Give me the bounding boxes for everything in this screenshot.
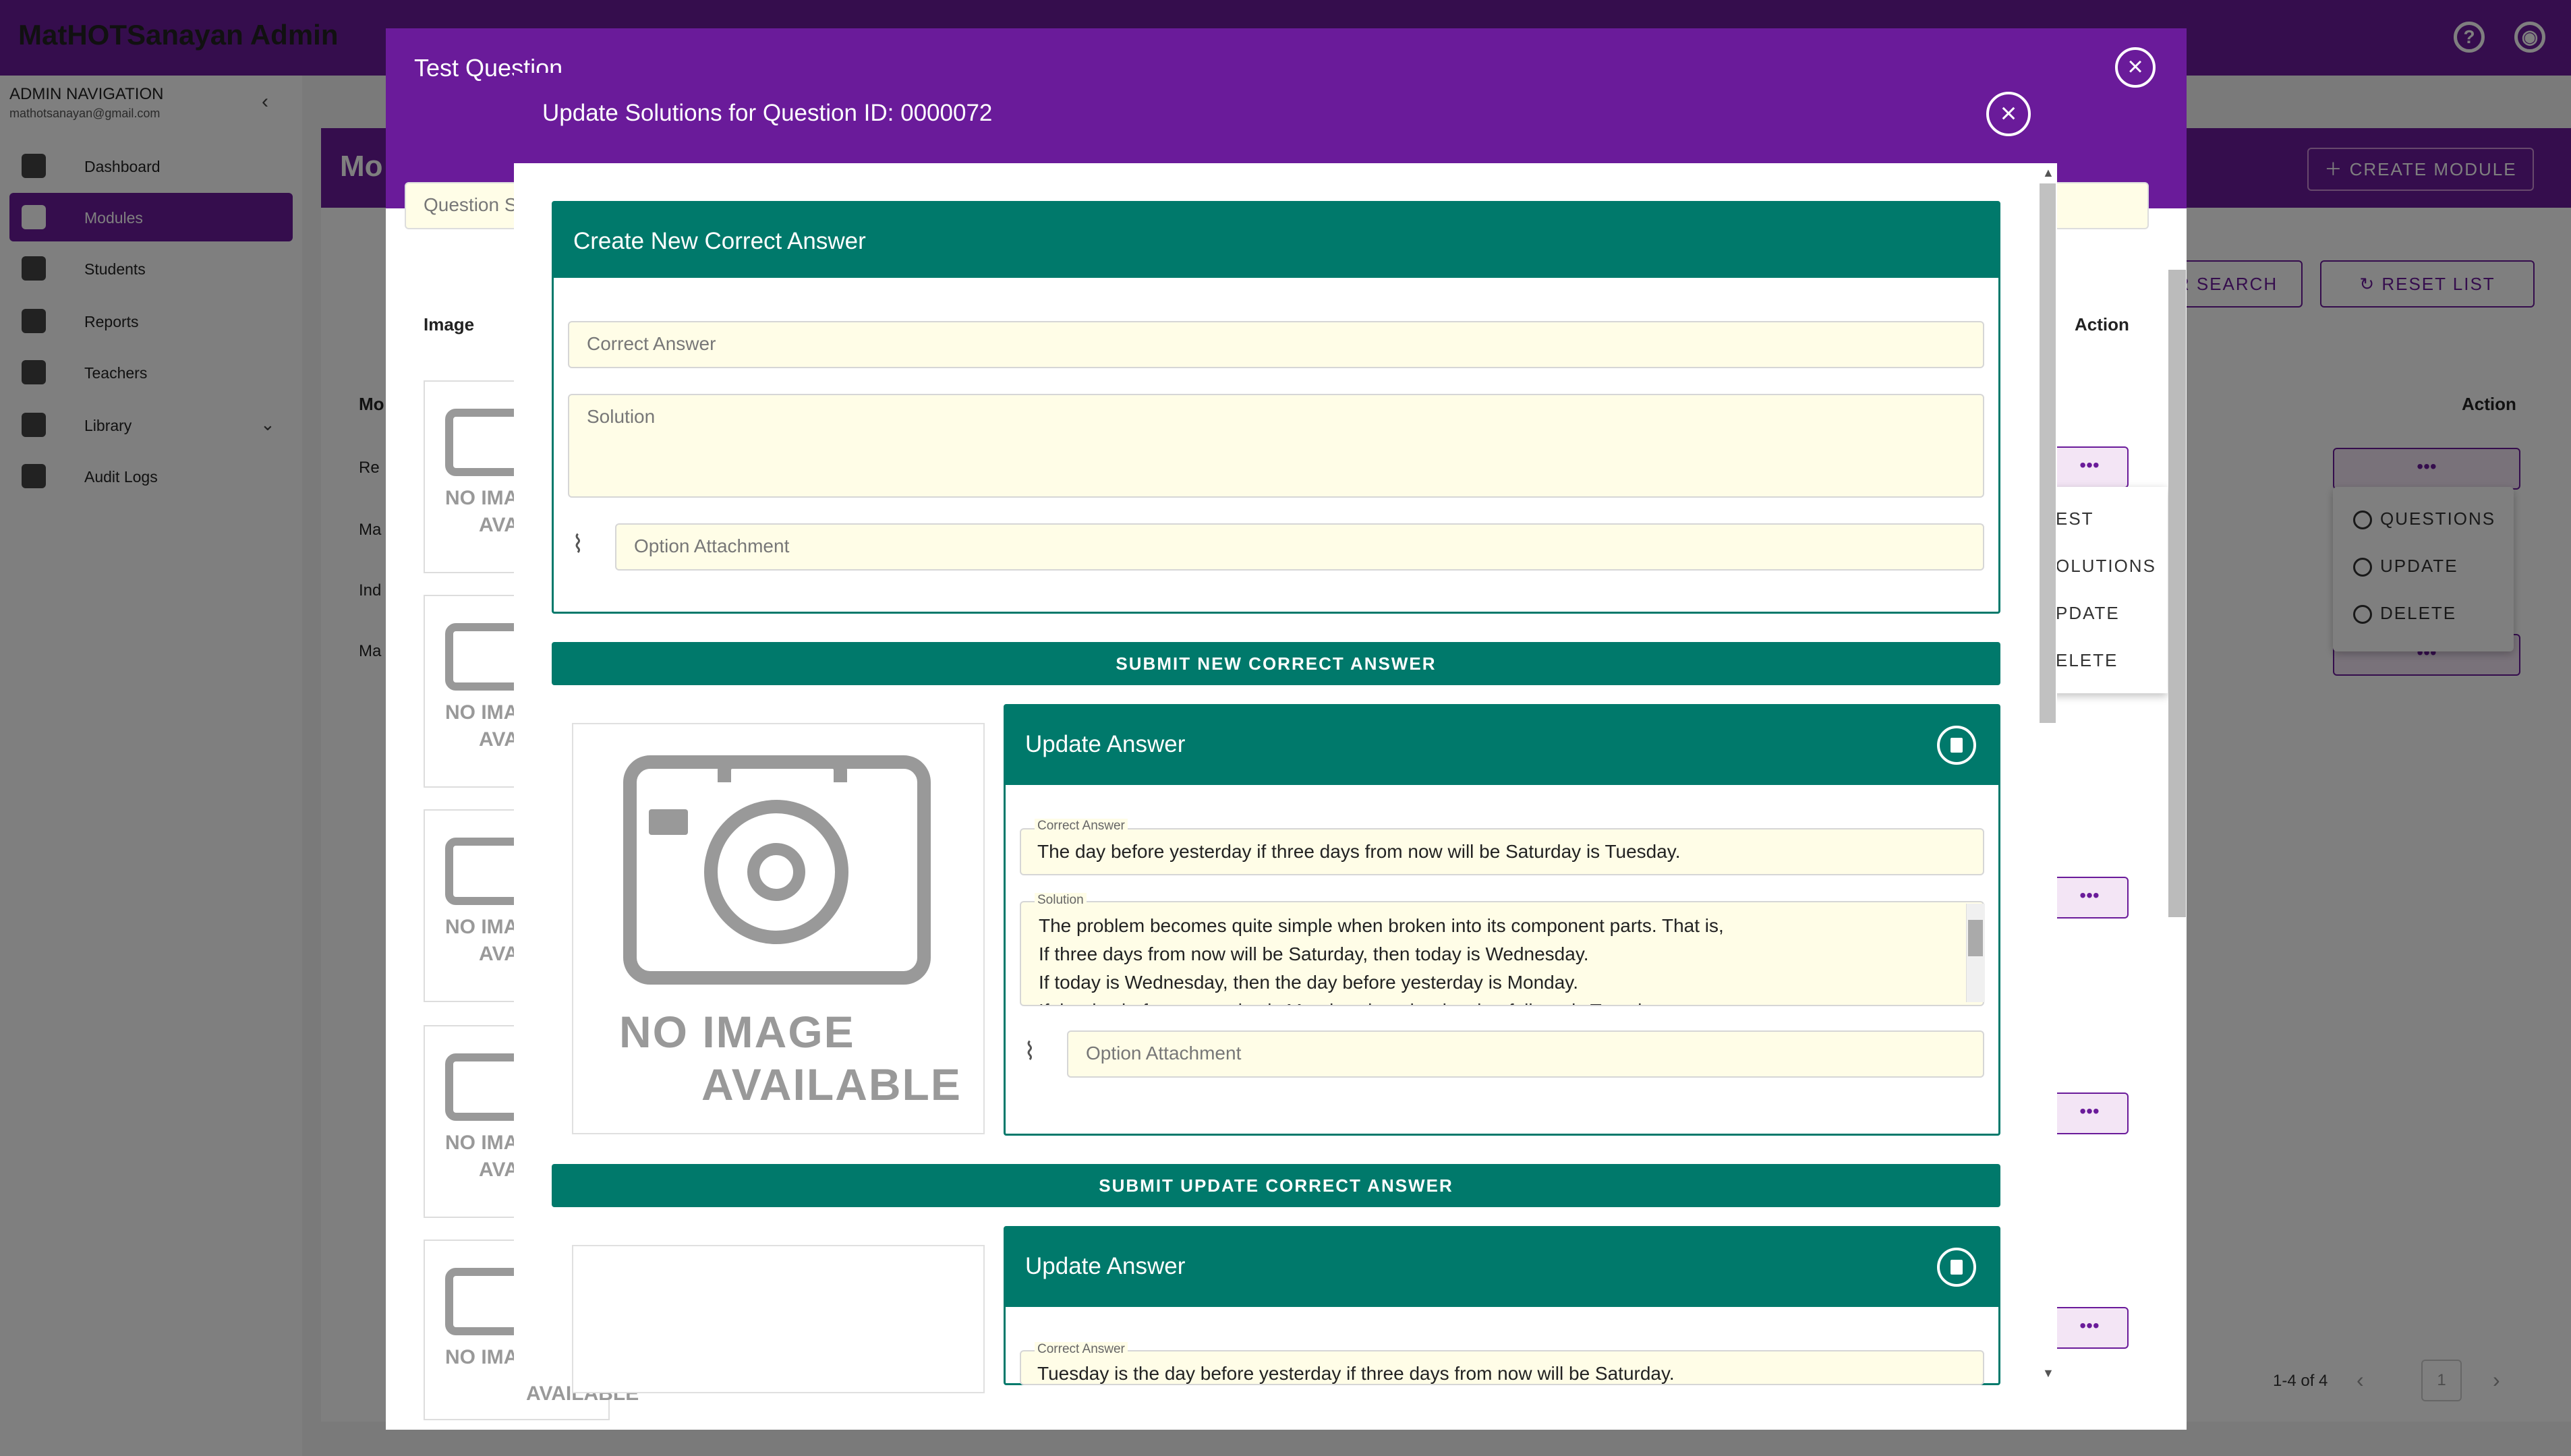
update-answer-title: Update Answer xyxy=(1025,1253,1186,1279)
no-image-text: AVA xyxy=(479,1159,519,1181)
solution-line: If the day before yesterday is Monday, t… xyxy=(1039,997,1666,1005)
trash-icon[interactable] xyxy=(1937,726,1976,765)
menu-item-test[interactable]: EST xyxy=(2056,508,2094,529)
column-header-image: Image xyxy=(424,314,475,334)
question-actions-button[interactable]: ••• xyxy=(2050,446,2129,488)
update-solutions-title: Update Solutions for Question ID: 000007… xyxy=(542,100,993,126)
answer-image xyxy=(572,1245,985,1393)
modal-scrollbar-thumb[interactable] xyxy=(2040,183,2056,723)
update-answer-card-header: Update Answer xyxy=(1005,1227,1999,1307)
column-header-action: Action xyxy=(2075,314,2129,334)
scroll-up-arrow-icon[interactable]: ▲ xyxy=(2042,166,2054,180)
solution-placeholder: Solution xyxy=(587,406,656,427)
update-answer-card-header: Update Answer xyxy=(1005,705,1999,785)
solution-line: If today is Wednesday, then the day befo… xyxy=(1039,972,1579,993)
paperclip-icon[interactable]: ⌇ xyxy=(572,530,584,558)
solution-textarea[interactable]: The problem becomes quite simple when br… xyxy=(1020,901,1984,1006)
question-actions-button[interactable]: ••• xyxy=(2050,1307,2129,1349)
create-answer-title: Create New Correct Answer xyxy=(573,228,866,254)
submit-new-answer-button[interactable]: SUBMIT NEW CORRECT ANSWER xyxy=(552,642,2000,685)
camera-icon-part xyxy=(649,809,688,835)
correct-answer-label: Correct Answer xyxy=(1035,1342,1128,1357)
question-search-placeholder: Question S xyxy=(424,194,517,215)
no-image-text: NO IMA xyxy=(445,487,519,509)
correct-answer-value: The day before yesterday if three days f… xyxy=(1037,841,1681,862)
no-image-text: AVA xyxy=(479,943,519,965)
no-image-text: AVA xyxy=(479,728,519,751)
solution-line: The problem becomes quite simple when br… xyxy=(1039,915,1724,936)
question-actions-button[interactable]: ••• xyxy=(2050,1093,2129,1134)
correct-answer-placeholder: Correct Answer xyxy=(587,333,716,354)
textarea-scrollbar-thumb[interactable] xyxy=(1968,920,1983,956)
no-image-text: NO IMA xyxy=(445,1132,519,1154)
camera-icon-part xyxy=(747,843,805,901)
create-answer-card-header: Create New Correct Answer xyxy=(553,202,1999,278)
solution-line: If three days from now will be Saturday,… xyxy=(1039,943,1589,964)
close-icon[interactable]: × xyxy=(2115,47,2156,88)
scroll-down-arrow-icon[interactable]: ▼ xyxy=(2042,1366,2054,1380)
modal-scrollbar[interactable] xyxy=(2168,270,2186,917)
correct-answer-input[interactable] xyxy=(568,321,1984,368)
solution-label: Solution xyxy=(1035,893,1087,908)
update-answer-title: Update Answer xyxy=(1025,731,1186,757)
no-image-text: NO IMAGE xyxy=(619,1007,855,1057)
correct-answer-value: Tuesday is the day before yesterday if t… xyxy=(1037,1363,1675,1384)
menu-item-delete[interactable]: ELETE xyxy=(2056,650,2118,671)
no-image-text: AVA xyxy=(479,514,519,536)
trash-icon[interactable] xyxy=(1937,1248,1976,1287)
option-attachment-placeholder: Option Attachment xyxy=(1086,1043,1242,1064)
solution-textarea[interactable] xyxy=(568,394,1984,498)
submit-update-answer-button[interactable]: SUBMIT UPDATE CORRECT ANSWER xyxy=(552,1164,2000,1207)
no-image-text: NO IMA xyxy=(445,701,519,724)
paperclip-icon[interactable]: ⌇ xyxy=(1024,1037,1036,1066)
no-image-text: AVAILABLE xyxy=(701,1059,962,1109)
no-image-text: NO IMA xyxy=(445,916,519,938)
option-attachment-input[interactable] xyxy=(615,523,1984,571)
close-icon[interactable]: × xyxy=(1986,92,2031,136)
option-attachment-placeholder: Option Attachment xyxy=(634,535,790,556)
correct-answer-label: Correct Answer xyxy=(1035,819,1128,834)
menu-item-update[interactable]: PDATE xyxy=(2056,603,2120,624)
menu-item-solutions[interactable]: OLUTIONS xyxy=(2056,556,2156,577)
question-actions-button[interactable]: ••• xyxy=(2050,877,2129,919)
